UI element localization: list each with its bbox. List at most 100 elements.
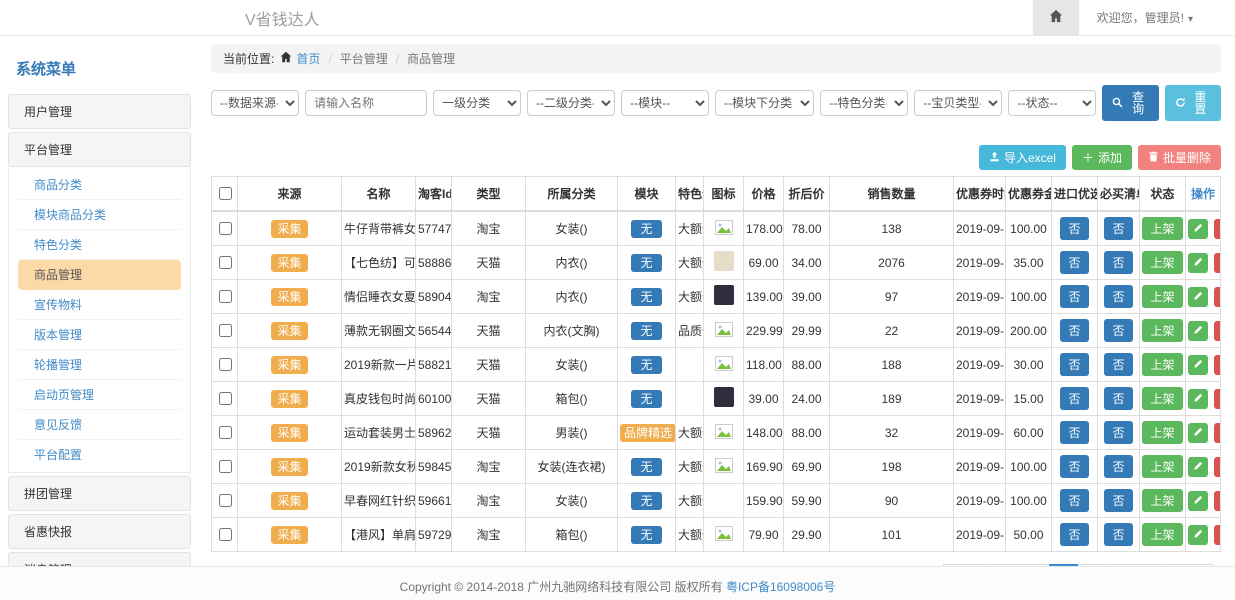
edit-button[interactable] xyxy=(1188,457,1208,477)
delete-button[interactable] xyxy=(1214,321,1220,341)
row-checkbox[interactable] xyxy=(219,222,232,235)
page-button[interactable]: 末页 xyxy=(1167,564,1215,566)
filter-select[interactable]: --状态-- xyxy=(1008,90,1096,116)
import-select-toggle[interactable]: 否 xyxy=(1060,421,1088,444)
module-none-badge[interactable]: 无 xyxy=(631,288,661,306)
sidebar-sub-item[interactable]: 商品管理 xyxy=(18,260,181,290)
status-toggle[interactable]: 上架 xyxy=(1142,455,1182,478)
must-buy-toggle[interactable]: 否 xyxy=(1104,319,1132,342)
delete-button[interactable] xyxy=(1214,423,1220,443)
filter-select[interactable]: --模块-- xyxy=(621,90,709,116)
delete-button[interactable] xyxy=(1214,219,1220,239)
row-checkbox[interactable] xyxy=(219,426,232,439)
name-search-input[interactable] xyxy=(305,90,427,116)
page-button[interactable]: 下一页 xyxy=(1108,564,1168,566)
sidebar-sub-item[interactable]: 商品分类 xyxy=(18,170,181,200)
status-toggle[interactable]: 上架 xyxy=(1142,353,1182,376)
select-all-checkbox[interactable] xyxy=(219,187,232,200)
must-buy-toggle[interactable]: 否 xyxy=(1104,421,1132,444)
filter-select[interactable]: --模块下分类-- xyxy=(715,90,814,116)
filter-select[interactable]: 一级分类 xyxy=(433,90,521,116)
delete-button[interactable] xyxy=(1214,287,1220,307)
filter-select[interactable]: --宝贝类型-- xyxy=(914,90,1002,116)
edit-button[interactable] xyxy=(1188,321,1208,341)
import-select-toggle[interactable]: 否 xyxy=(1060,489,1088,512)
import-select-toggle[interactable]: 否 xyxy=(1060,523,1088,546)
sidebar-sub-item[interactable]: 特色分类 xyxy=(18,230,181,260)
sidebar-sub-item[interactable]: 轮播管理 xyxy=(18,350,181,380)
import-select-toggle[interactable]: 否 xyxy=(1060,319,1088,342)
sidebar-sub-item[interactable]: 版本管理 xyxy=(18,320,181,350)
status-toggle[interactable]: 上架 xyxy=(1142,285,1182,308)
page-button[interactable]: 1 xyxy=(1049,564,1080,566)
sidebar-group[interactable]: 省惠快报 xyxy=(8,514,191,549)
delete-button[interactable] xyxy=(1214,389,1220,409)
import-select-toggle[interactable]: 否 xyxy=(1060,285,1088,308)
user-menu[interactable]: 欢迎您，管理员!▾ xyxy=(1079,9,1235,26)
batch-delete-button[interactable]: 批量删除 xyxy=(1138,145,1221,170)
edit-button[interactable] xyxy=(1188,389,1208,409)
must-buy-toggle[interactable]: 否 xyxy=(1104,353,1132,376)
must-buy-toggle[interactable]: 否 xyxy=(1104,387,1132,410)
module-none-badge[interactable]: 无 xyxy=(631,458,661,476)
sidebar-sub-item[interactable]: 启动页管理 xyxy=(18,380,181,410)
edit-button[interactable] xyxy=(1188,253,1208,273)
page-button[interactable]: 2 xyxy=(1078,564,1109,566)
delete-button[interactable] xyxy=(1214,457,1220,477)
sidebar-group-platform[interactable]: 平台管理 xyxy=(8,132,191,167)
must-buy-toggle[interactable]: 否 xyxy=(1104,455,1132,478)
sidebar-group[interactable]: 拼团管理 xyxy=(8,476,191,511)
module-none-badge[interactable]: 无 xyxy=(631,356,661,374)
filter-select[interactable]: --特色分类-- xyxy=(820,90,908,116)
import-select-toggle[interactable]: 否 xyxy=(1060,455,1088,478)
filter-select[interactable]: --二级分类-- xyxy=(527,90,615,116)
row-checkbox[interactable] xyxy=(219,460,232,473)
module-none-badge[interactable]: 无 xyxy=(631,390,661,408)
edit-button[interactable] xyxy=(1188,355,1208,375)
import-select-toggle[interactable]: 否 xyxy=(1060,353,1088,376)
module-none-badge[interactable]: 无 xyxy=(631,254,661,272)
row-checkbox[interactable] xyxy=(219,358,232,371)
filter-select-source[interactable]: --数据来源-- xyxy=(211,90,299,116)
edit-button[interactable] xyxy=(1188,525,1208,545)
edit-button[interactable] xyxy=(1188,423,1208,443)
edit-button[interactable] xyxy=(1188,491,1208,511)
delete-button[interactable] xyxy=(1214,355,1220,375)
page-button[interactable]: 首页 xyxy=(943,564,991,566)
query-button[interactable]: 查询 xyxy=(1102,85,1158,121)
delete-button[interactable] xyxy=(1214,491,1220,511)
must-buy-toggle[interactable]: 否 xyxy=(1104,217,1132,240)
status-toggle[interactable]: 上架 xyxy=(1142,251,1182,274)
must-buy-toggle[interactable]: 否 xyxy=(1104,251,1132,274)
row-checkbox[interactable] xyxy=(219,290,232,303)
must-buy-toggle[interactable]: 否 xyxy=(1104,285,1132,308)
status-toggle[interactable]: 上架 xyxy=(1142,319,1182,342)
page-button[interactable]: 上一页 xyxy=(990,564,1050,566)
edit-button[interactable] xyxy=(1188,287,1208,307)
row-checkbox[interactable] xyxy=(219,392,232,405)
delete-button[interactable] xyxy=(1214,525,1220,545)
status-toggle[interactable]: 上架 xyxy=(1142,421,1182,444)
module-none-badge[interactable]: 无 xyxy=(631,526,661,544)
status-toggle[interactable]: 上架 xyxy=(1142,387,1182,410)
must-buy-toggle[interactable]: 否 xyxy=(1104,523,1132,546)
row-checkbox[interactable] xyxy=(219,494,232,507)
import-excel-button[interactable]: 导入excel xyxy=(979,145,1066,170)
sidebar-sub-item[interactable]: 宣传物料 xyxy=(18,290,181,320)
icp-link[interactable]: 粤ICP备16098006号 xyxy=(726,580,835,594)
sidebar-group[interactable]: 消息管理 xyxy=(8,552,191,566)
home-button[interactable] xyxy=(1033,0,1079,35)
module-none-badge[interactable]: 无 xyxy=(631,220,661,238)
must-buy-toggle[interactable]: 否 xyxy=(1104,489,1132,512)
status-toggle[interactable]: 上架 xyxy=(1142,523,1182,546)
sidebar-group[interactable]: 用户管理 xyxy=(8,94,191,129)
status-toggle[interactable]: 上架 xyxy=(1142,217,1182,240)
edit-button[interactable] xyxy=(1188,219,1208,239)
row-checkbox[interactable] xyxy=(219,256,232,269)
sidebar-sub-item[interactable]: 平台配置 xyxy=(18,440,181,469)
breadcrumb-home-link[interactable]: 首页 xyxy=(296,50,320,67)
import-select-toggle[interactable]: 否 xyxy=(1060,251,1088,274)
sidebar-sub-item[interactable]: 模块商品分类 xyxy=(18,200,181,230)
module-none-badge[interactable]: 无 xyxy=(631,322,661,340)
module-none-badge[interactable]: 无 xyxy=(631,492,661,510)
